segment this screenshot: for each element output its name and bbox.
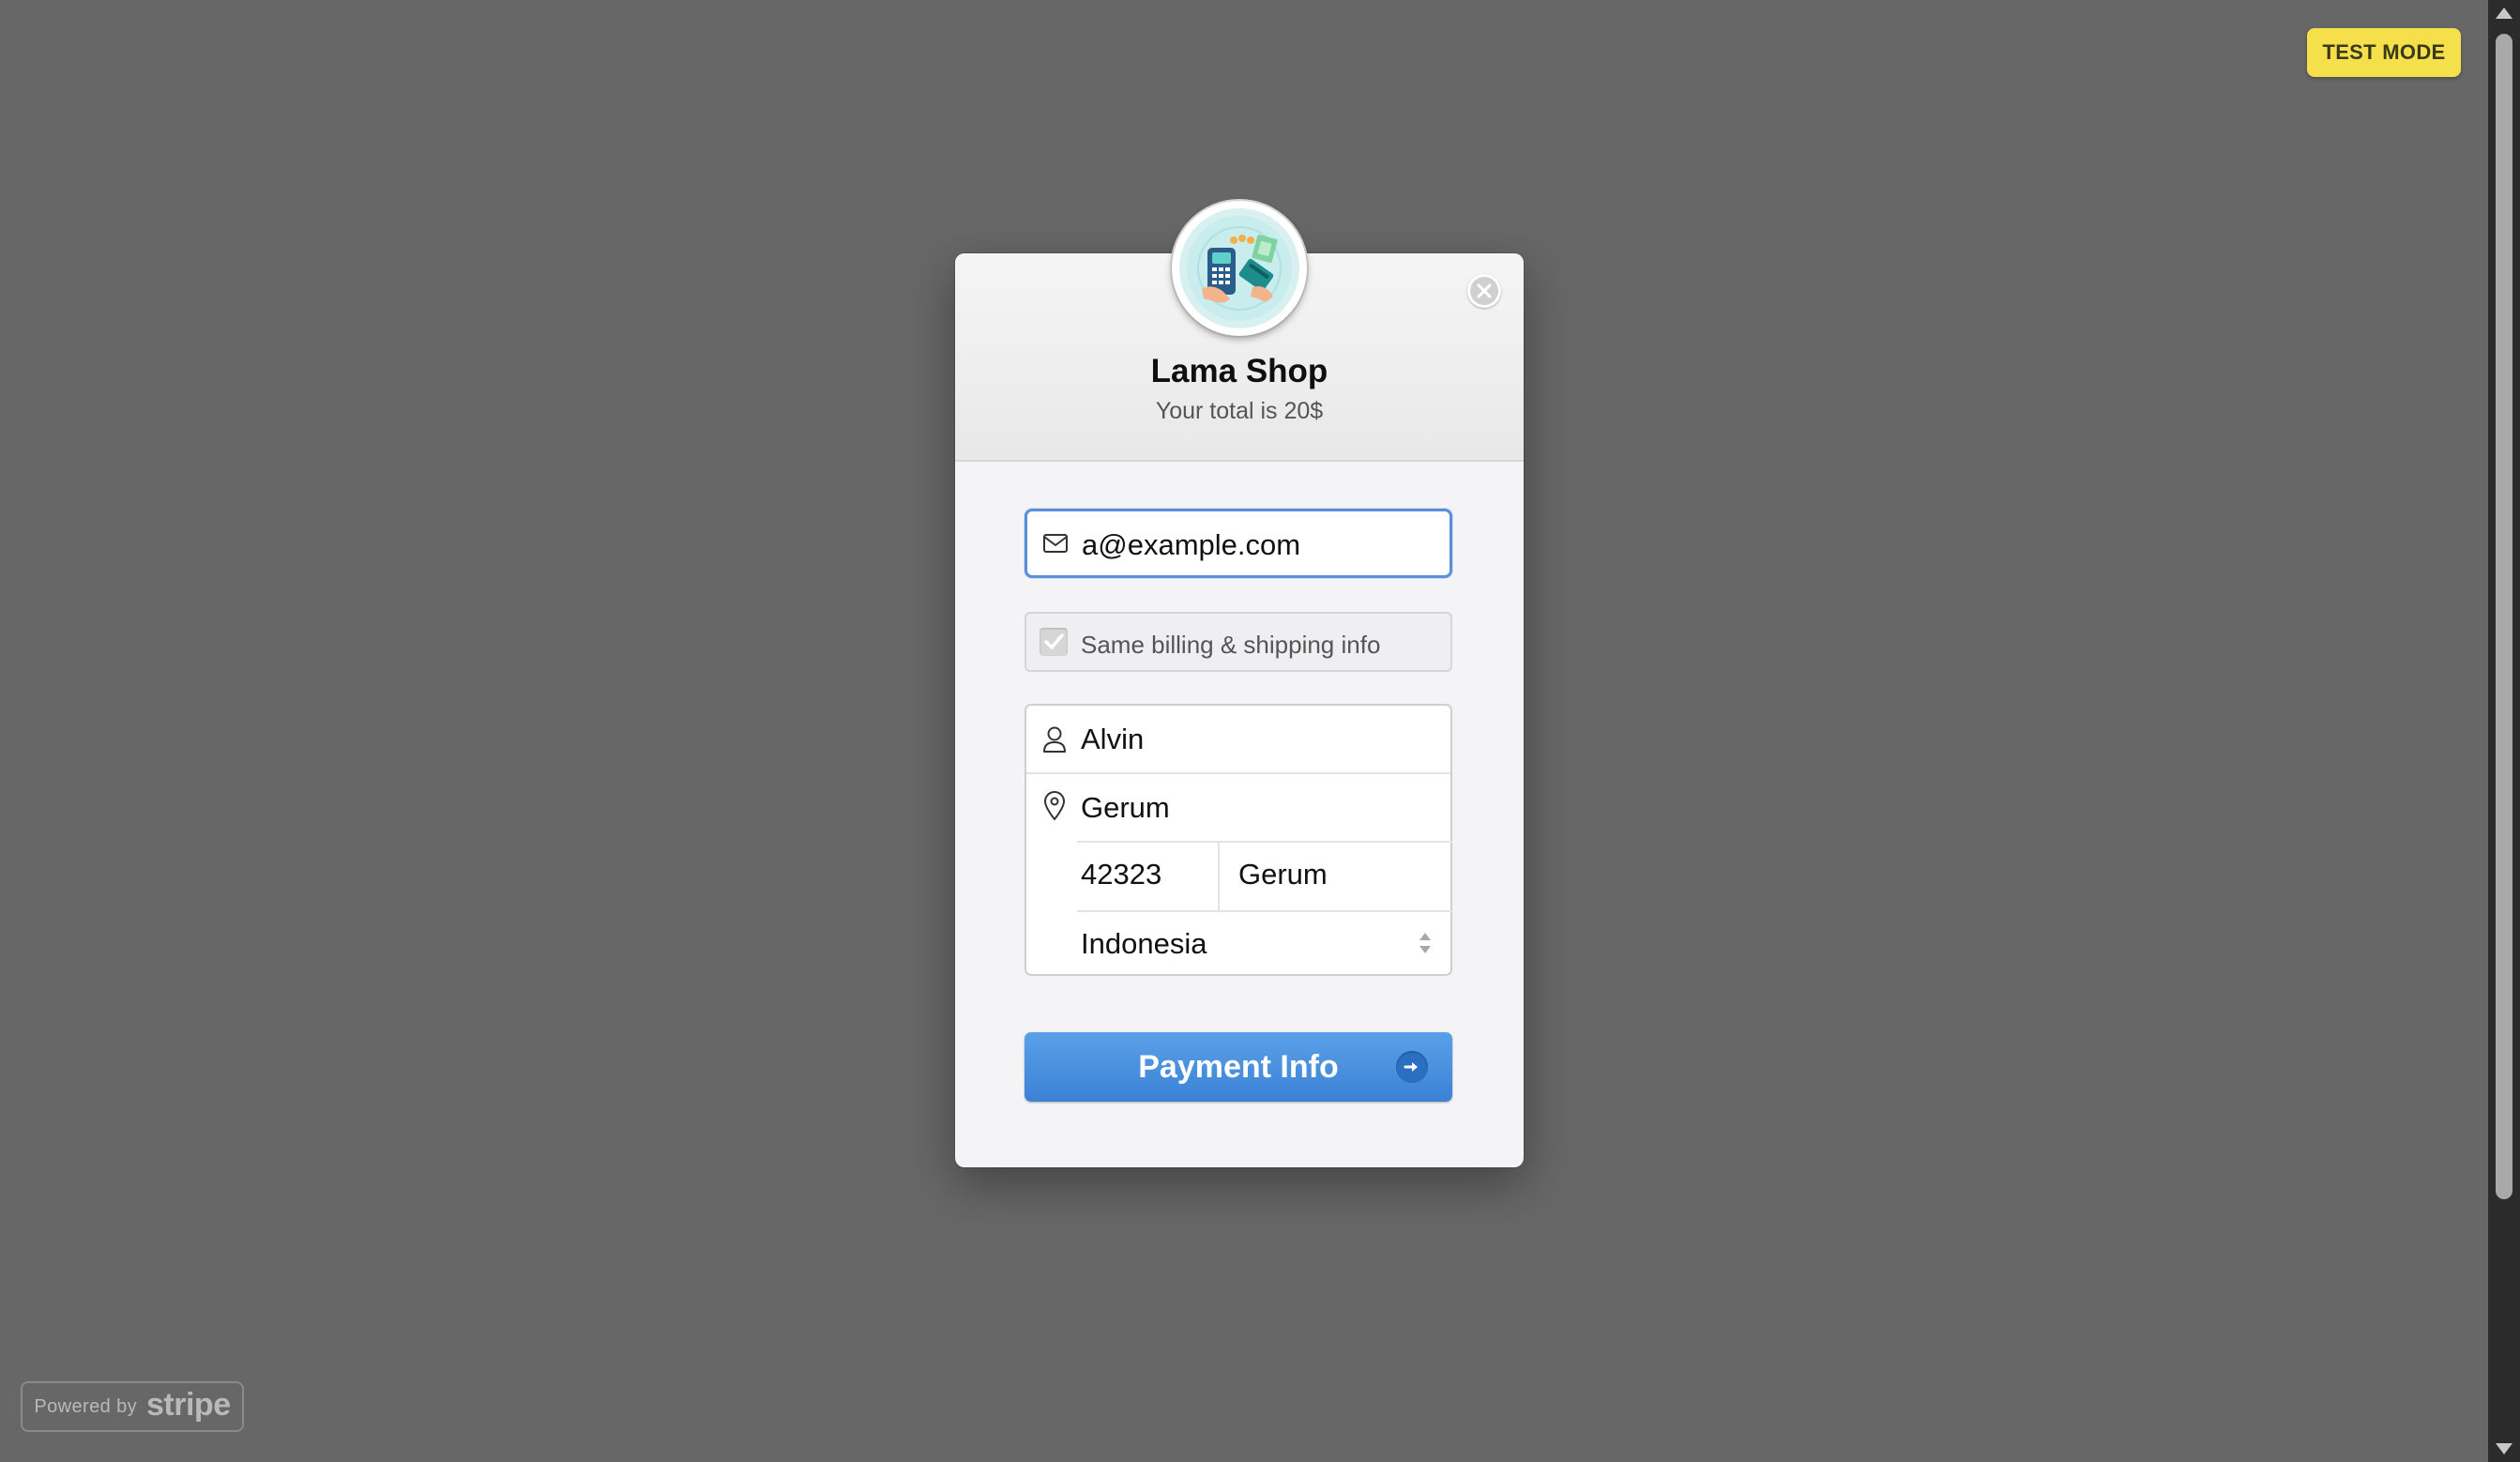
scroll-up-icon[interactable] [2496, 8, 2512, 19]
country-value: Indonesia [1081, 927, 1207, 960]
location-pin-icon [1040, 791, 1070, 821]
powered-by-stripe-link[interactable]: Powered by stripe [21, 1381, 244, 1432]
checkmark-icon [1044, 633, 1064, 649]
shop-name: Lama Shop [1150, 353, 1328, 389]
email-value: a@example.com [1082, 528, 1301, 561]
street-field[interactable]: Gerum [1026, 774, 1450, 842]
payment-info-label: Payment Info [1138, 1048, 1339, 1085]
close-button[interactable] [1467, 274, 1501, 308]
same-info-checkbox[interactable] [1040, 628, 1068, 656]
shop-logo [1172, 201, 1307, 336]
close-icon [1477, 283, 1492, 298]
shipping-address-group: Alvin Gerum 42323 Gerum Indonesia [1025, 704, 1452, 976]
stripe-logo: stripe [146, 1386, 231, 1423]
country-select[interactable]: Indonesia [1026, 912, 1450, 976]
same-billing-shipping-toggle[interactable]: Same billing & shipping info [1025, 612, 1452, 672]
scroll-down-icon[interactable] [2496, 1443, 2512, 1454]
page-overlay: TEST MODE Powered by stripe Lama Shop Yo… [0, 0, 2488, 1462]
test-mode-badge: TEST MODE [2307, 28, 2461, 77]
name-value: Alvin [1081, 723, 1145, 755]
zip-field[interactable]: 42323 [1077, 843, 1218, 910]
envelope-icon [1040, 528, 1070, 558]
arrow-right-icon [1396, 1051, 1428, 1083]
city-field[interactable]: Gerum [1220, 843, 1452, 910]
email-field[interactable]: a@example.com [1025, 509, 1452, 578]
city-value: Gerum [1238, 858, 1328, 891]
zip-value: 42323 [1081, 858, 1162, 891]
select-arrows-icon [1417, 929, 1434, 962]
payment-info-button[interactable]: Payment Info [1025, 1032, 1452, 1102]
powered-by-label: Powered by [34, 1395, 138, 1417]
name-field[interactable]: Alvin [1026, 706, 1450, 773]
payment-terminal-icon [1179, 208, 1299, 328]
order-total: Your total is 20$ [1155, 398, 1324, 424]
vertical-scrollbar[interactable] [2488, 0, 2520, 1462]
street-value: Gerum [1081, 791, 1170, 824]
same-info-label: Same billing & shipping info [1081, 631, 1381, 659]
scrollbar-thumb[interactable] [2496, 34, 2512, 1199]
person-icon [1040, 724, 1070, 754]
checkout-modal: Lama Shop Your total is 20$ a@example.co… [955, 201, 1524, 1167]
